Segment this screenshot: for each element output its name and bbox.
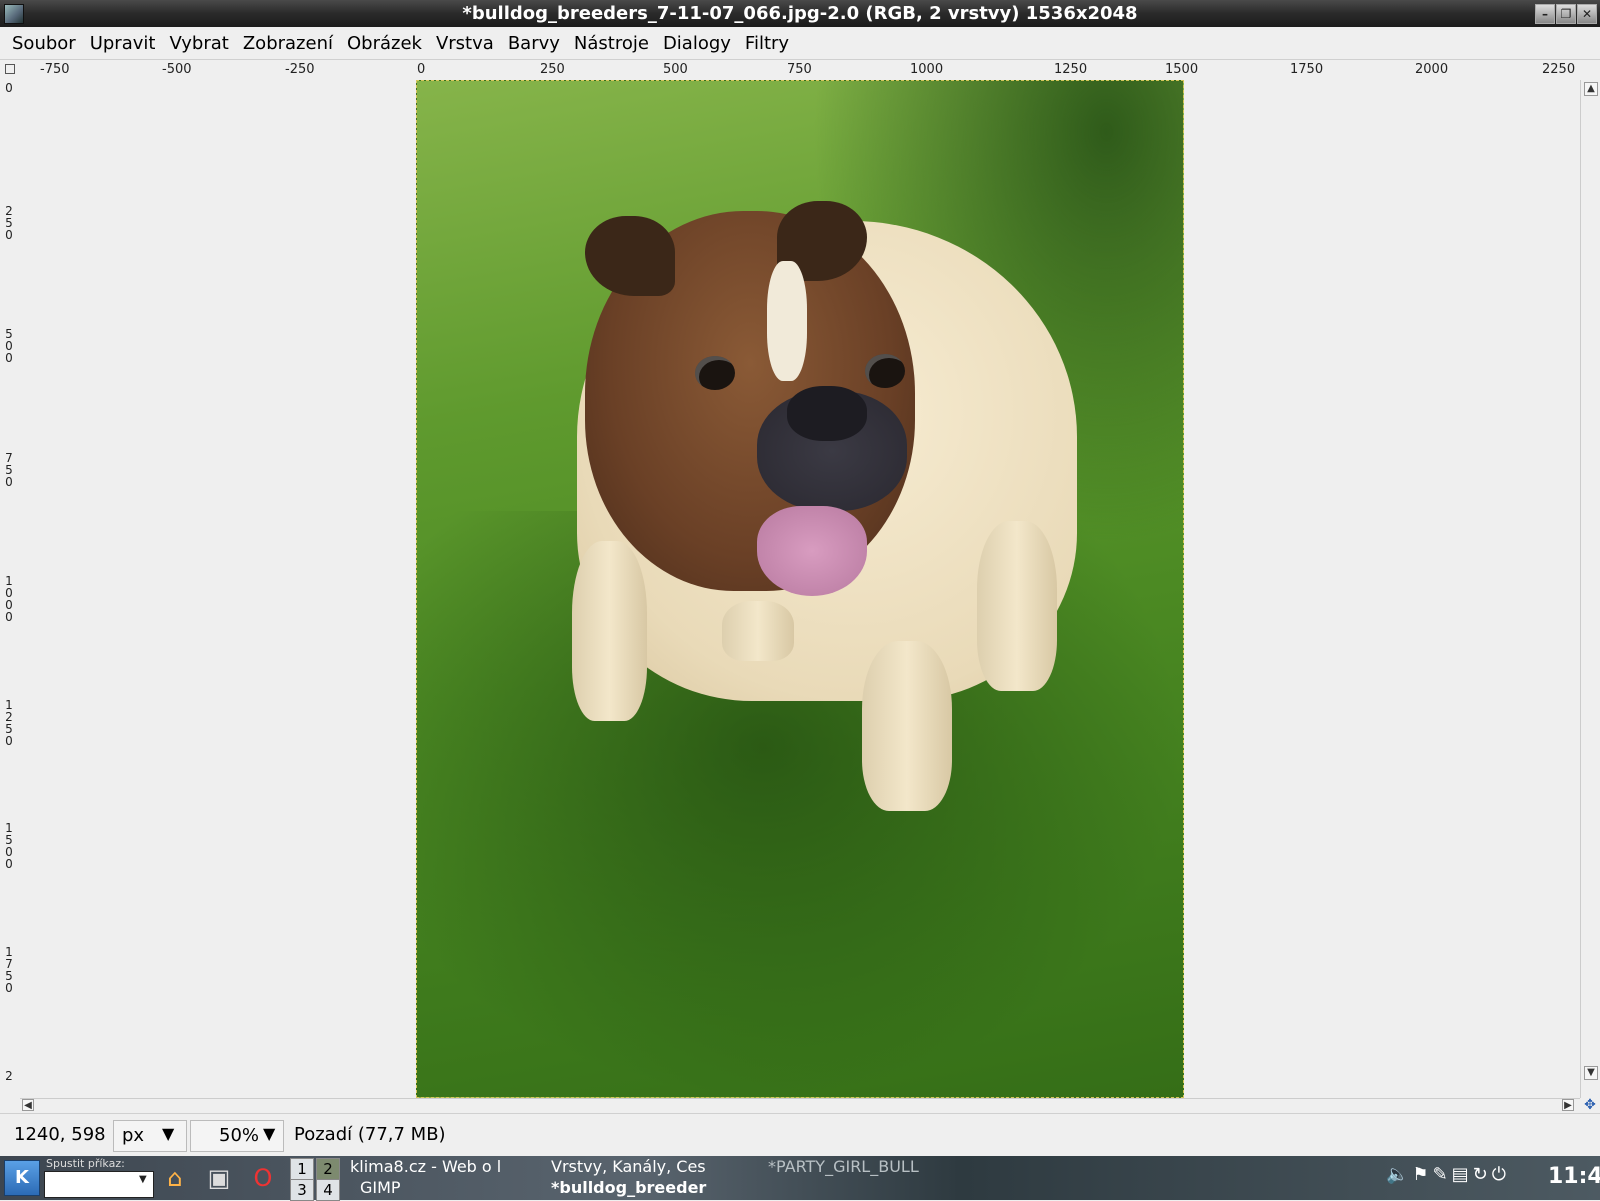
status-bar: 1240, 598 px ▼ 50% ▼ Pozadí (77,7 MB) xyxy=(0,1113,1600,1156)
ruler-label: -250 xyxy=(285,62,315,77)
task-layers-dialog[interactable]: Vrstvy, Kanály, Ces xyxy=(551,1157,743,1176)
dog-leg xyxy=(722,601,794,661)
ruler-label: 250 xyxy=(5,204,13,242)
chevron-down-icon[interactable]: ▼ xyxy=(139,1174,147,1185)
taskbar: K Spustit příkaz: ▼ ⌂ ▣ O 1 2 3 4 klima8… xyxy=(0,1156,1600,1201)
menu-soubor[interactable]: Soubor xyxy=(5,33,83,54)
horizontal-scrollbar[interactable]: ◀ ▶ xyxy=(20,1098,1580,1113)
ruler-label: 0 xyxy=(5,81,13,95)
vertical-ruler[interactable]: 0 250 500 750 1000 1250 1500 1750 2 xyxy=(0,80,21,1098)
menu-vrstva[interactable]: Vrstva xyxy=(429,33,501,54)
menu-arrow-icon xyxy=(5,64,15,74)
dog-ear xyxy=(585,216,675,296)
desktop-3[interactable]: 3 xyxy=(290,1179,314,1201)
ruler-label: 2 xyxy=(5,1069,13,1083)
pointer-coordinates: 1240, 598 xyxy=(14,1124,106,1145)
minimize-icon[interactable]: – xyxy=(1535,4,1555,24)
close-icon[interactable]: ✕ xyxy=(1577,4,1597,24)
dog-leg xyxy=(862,641,952,811)
run-command-label: Spustit příkaz: xyxy=(46,1157,125,1170)
notes-icon[interactable]: ✎ xyxy=(1433,1164,1452,1185)
ruler-label: 500 xyxy=(5,327,13,365)
ruler-label: -750 xyxy=(40,62,70,77)
unit-value: px xyxy=(122,1125,145,1146)
ruler-label: 2000 xyxy=(1415,62,1449,77)
menu-barvy[interactable]: Barvy xyxy=(501,33,567,54)
bulldog-photo[interactable] xyxy=(416,80,1184,1098)
menu-filtry[interactable]: Filtry xyxy=(738,33,796,54)
menu-vybrat[interactable]: Vybrat xyxy=(162,33,235,54)
home-icon[interactable]: ⌂ xyxy=(159,1162,191,1194)
dog-eye xyxy=(865,354,905,388)
layer-info: Pozadí (77,7 MB) xyxy=(294,1124,446,1145)
ruler-label: 1750 xyxy=(5,945,13,995)
task-gimp[interactable]: GIMP xyxy=(360,1178,520,1197)
system-tray: 🔈⚑✎▤↻⏻ xyxy=(1386,1164,1532,1192)
menu-dialogy[interactable]: Dialogy xyxy=(656,33,738,54)
scroll-left-icon[interactable]: ◀ xyxy=(22,1099,34,1111)
menu-upravit[interactable]: Upravit xyxy=(83,33,163,54)
clock: 11:41 xyxy=(1548,1164,1600,1189)
chevron-down-icon: ▼ xyxy=(263,1124,276,1143)
gimp-app-icon[interactable] xyxy=(4,4,24,24)
ruler-label: 750 xyxy=(787,62,812,77)
opera-icon[interactable]: O xyxy=(247,1162,279,1194)
dog-leg xyxy=(572,541,647,721)
ruler-label: 1750 xyxy=(1290,62,1324,77)
dog-tongue xyxy=(757,506,867,596)
ruler-label: 1000 xyxy=(5,574,13,624)
ruler-label: -500 xyxy=(162,62,192,77)
dog-eye xyxy=(695,356,735,390)
ruler-label: 250 xyxy=(540,62,565,77)
terminal-icon[interactable]: ▣ xyxy=(203,1162,235,1194)
desktop-1[interactable]: 1 xyxy=(290,1158,314,1180)
zoom-select[interactable]: 50% ▼ xyxy=(190,1120,284,1152)
task-klima8[interactable]: klima8.cz - Web o l xyxy=(350,1157,542,1176)
window-title: *bulldog_breeders_7-11-07_066.jpg-2.0 (R… xyxy=(462,3,1138,24)
scroll-down-icon[interactable]: ▼ xyxy=(1584,1066,1598,1080)
maximize-icon[interactable]: ❐ xyxy=(1556,4,1576,24)
image-canvas[interactable] xyxy=(20,80,1580,1098)
update-icon[interactable]: ↻ xyxy=(1473,1164,1492,1185)
ruler-label: 0 xyxy=(417,62,426,77)
network-icon[interactable]: ⚑ xyxy=(1412,1164,1432,1185)
power-icon[interactable]: ⏻ xyxy=(1492,1164,1510,1185)
ruler-label: 1250 xyxy=(5,698,13,748)
kde-menu-button[interactable]: K xyxy=(4,1160,40,1196)
desktop-4[interactable]: 4 xyxy=(316,1179,340,1201)
ruler-label: 1500 xyxy=(1165,62,1199,77)
scroll-up-icon[interactable]: ▲ xyxy=(1584,82,1598,96)
ruler-label: 1500 xyxy=(5,821,13,871)
clipboard-icon[interactable]: ▤ xyxy=(1452,1164,1473,1185)
task-bulldog[interactable]: *bulldog_breeder xyxy=(551,1178,741,1197)
unit-select[interactable]: px ▼ xyxy=(113,1120,187,1152)
ruler-label: 750 xyxy=(5,451,13,489)
ruler-label: 1000 xyxy=(910,62,944,77)
title-bar: *bulldog_breeders_7-11-07_066.jpg-2.0 (R… xyxy=(0,0,1600,27)
ruler-label: 1250 xyxy=(1054,62,1088,77)
dog-nose xyxy=(787,386,867,441)
horizontal-ruler[interactable]: -750 -500 -250 0 250 500 750 1000 1250 1… xyxy=(20,60,1580,81)
menu-nastroje[interactable]: Nástroje xyxy=(567,33,656,54)
chevron-down-icon: ▼ xyxy=(162,1124,175,1143)
volume-icon[interactable]: 🔈 xyxy=(1386,1164,1412,1185)
menu-zobrazeni[interactable]: Zobrazení xyxy=(236,33,340,54)
dog-leg xyxy=(977,521,1057,691)
ruler-label: 2250 xyxy=(1542,62,1576,77)
zoom-value: 50% xyxy=(219,1125,260,1146)
dog-blaze xyxy=(767,261,807,381)
menu-obrazek[interactable]: Obrázek xyxy=(340,33,429,54)
ruler-label: 500 xyxy=(663,62,688,77)
vertical-scrollbar[interactable]: ▲ ▼ xyxy=(1580,80,1600,1098)
run-command-input[interactable] xyxy=(44,1171,154,1198)
navigate-icon[interactable]: ✥ xyxy=(1582,1098,1598,1112)
desktop-2[interactable]: 2 xyxy=(316,1158,340,1180)
menu-bar: Soubor Upravit Vybrat Zobrazení Obrázek … xyxy=(0,27,1600,60)
task-party-girl[interactable]: *PARTY_GIRL_BULL xyxy=(768,1157,948,1176)
scroll-right-icon[interactable]: ▶ xyxy=(1562,1099,1574,1111)
quick-mask-corner[interactable] xyxy=(0,60,20,80)
